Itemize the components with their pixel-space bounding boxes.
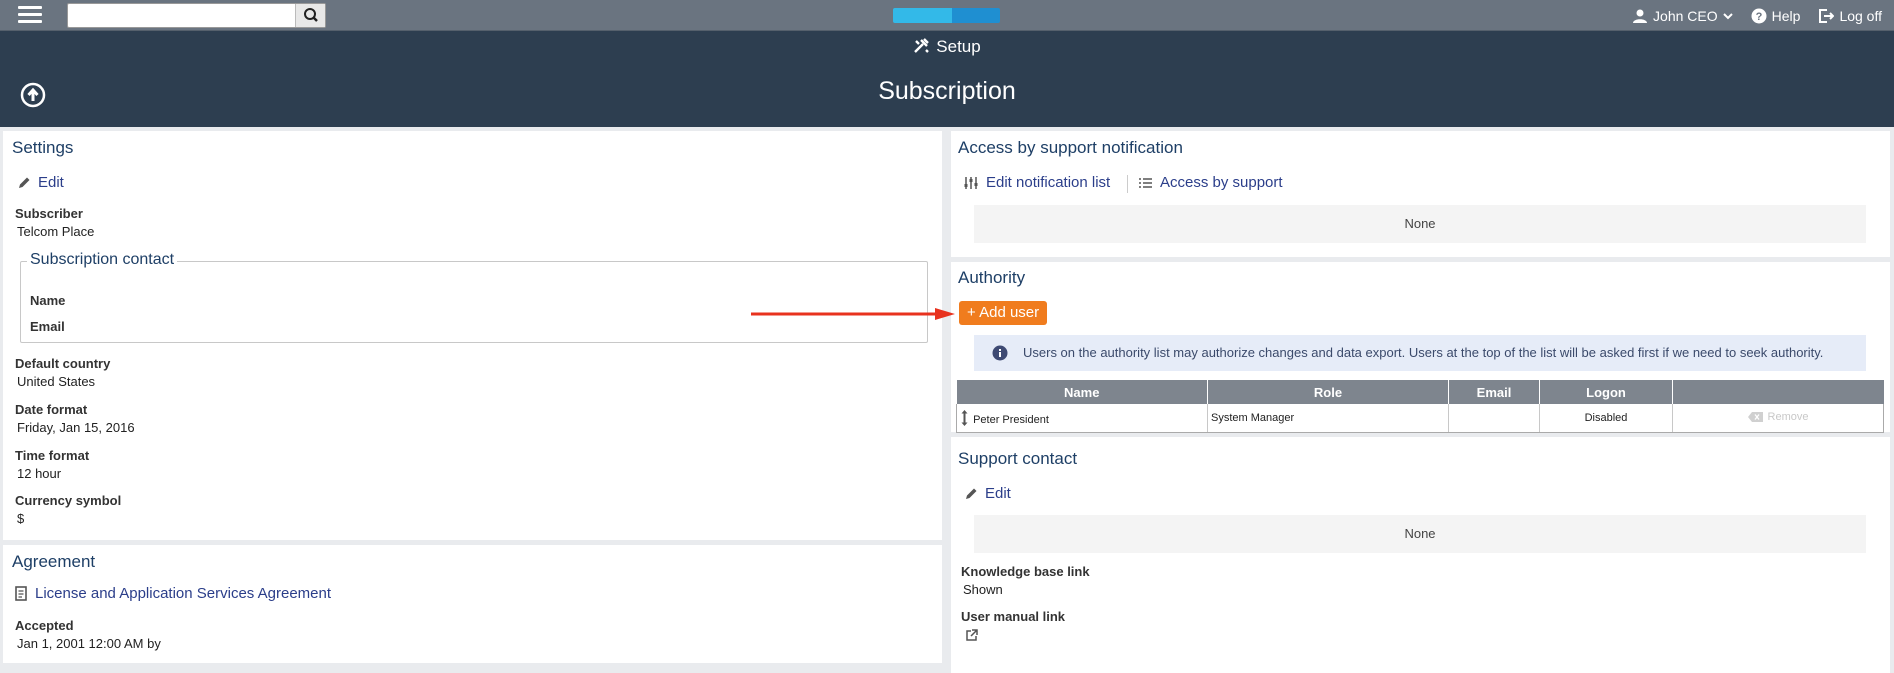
column-header-logon[interactable]: Logon	[1539, 380, 1673, 404]
kb-link-label: Knowledge base link	[961, 564, 1090, 579]
row-role-cell: System Manager	[1207, 404, 1449, 433]
remove-button[interactable]: Remove	[1747, 410, 1809, 423]
support-notification-panel: Access by support notification Edit noti…	[951, 131, 1890, 257]
subscription-contact-legend: Subscription contact	[27, 251, 178, 269]
pencil-icon	[966, 488, 977, 499]
user-menu[interactable]: John CEO	[1632, 8, 1733, 24]
logoff-label: Log off	[1839, 7, 1882, 24]
settings-panel: Settings Edit Subscriber Telcom Place Su…	[3, 131, 942, 540]
country-value: United States	[17, 374, 96, 389]
authority-info-text: Users on the authority list may authoriz…	[1023, 345, 1824, 360]
accepted-label: Accepted	[15, 618, 74, 633]
authority-table: Name Role Email Logon Peter President Sy…	[956, 380, 1884, 433]
help-label: Help	[1771, 7, 1801, 24]
tools-icon	[914, 38, 930, 53]
kb-link-value: Shown	[963, 582, 1003, 597]
country-label: Default country	[15, 356, 111, 371]
authority-title: Authority	[958, 268, 1026, 287]
agreement-link[interactable]: License and Application Services Agreeme…	[14, 585, 331, 602]
table-row[interactable]: Peter President System Manager Disabled …	[956, 404, 1884, 433]
authority-panel: Authority + Add user Users on the author…	[951, 262, 1890, 433]
authority-info-box: Users on the authority list may authoriz…	[974, 335, 1866, 371]
link-divider	[1127, 175, 1128, 193]
row-name: Peter President	[973, 413, 1049, 426]
support-contact-empty-state: None	[974, 515, 1866, 553]
column-header-email[interactable]: Email	[1448, 380, 1540, 404]
subscriber-label: Subscriber	[15, 206, 83, 221]
list-icon	[1139, 177, 1152, 188]
date-format-label: Date format	[15, 402, 88, 417]
column-header-actions	[1672, 380, 1884, 404]
help-icon: ?	[1751, 8, 1767, 23]
row-actions-cell: Remove	[1672, 404, 1884, 433]
support-contact-panel: Support contact Edit None Knowledge base…	[951, 437, 1890, 673]
top-right-menu: John CEO ? Help Log off	[1632, 0, 1882, 31]
subscriber-value: Telcom Place	[17, 224, 95, 239]
contact-email-label: Email	[30, 319, 65, 334]
table-header-row: Name Role Email Logon	[956, 380, 1884, 404]
support-contact-edit-link[interactable]: Edit	[964, 485, 1011, 502]
contact-name-label: Name	[30, 293, 66, 308]
column-header-role[interactable]: Role	[1207, 380, 1449, 404]
access-by-support-label: Access by support	[1160, 174, 1283, 191]
agreement-link-label: License and Application Services Agreeme…	[35, 585, 332, 602]
notification-empty-state: None	[974, 205, 1866, 243]
logoff-link[interactable]: Log off	[1818, 8, 1882, 24]
support-notification-title: Access by support notification	[958, 138, 1183, 157]
user-icon	[1633, 9, 1648, 23]
info-icon	[992, 345, 1008, 361]
edit-notification-list-link[interactable]: Edit notification list	[964, 174, 1110, 191]
row-name-cell: Peter President	[956, 404, 1208, 433]
settings-title: Settings	[12, 138, 74, 157]
row-logon-cell: Disabled	[1539, 404, 1673, 433]
external-link-icon[interactable]	[965, 629, 978, 642]
manual-link-label: User manual link	[961, 609, 1066, 624]
support-contact-title: Support contact	[958, 449, 1078, 468]
subscription-contact-box: Subscription contact Name Email	[20, 251, 928, 343]
remove-label: Remove	[1767, 410, 1809, 423]
add-user-button[interactable]: + Add user	[959, 301, 1048, 325]
drag-handle-icon[interactable]	[961, 409, 968, 426]
access-by-support-link[interactable]: Access by support	[1139, 174, 1283, 191]
search-button[interactable]	[295, 4, 325, 27]
date-format-value: Friday, Jan 15, 2016	[17, 420, 135, 435]
currency-value: $	[17, 511, 25, 526]
brand-logo[interactable]	[893, 8, 1000, 23]
search-icon	[304, 8, 318, 22]
accepted-value: Jan 1, 2001 12:00 AM by	[17, 636, 161, 651]
svg-text:?: ?	[1755, 11, 1762, 23]
agreement-panel: Agreement License and Application Servic…	[3, 545, 942, 663]
breadcrumb[interactable]: Setup	[0, 37, 1894, 57]
help-link[interactable]: ? Help	[1751, 7, 1801, 24]
settings-edit-link[interactable]: Edit	[17, 174, 64, 191]
logoff-icon	[1819, 8, 1835, 23]
edit-notification-list-label: Edit notification list	[986, 174, 1111, 191]
search-input[interactable]	[68, 4, 293, 27]
annotation-arrow	[751, 308, 955, 320]
agreement-title: Agreement	[12, 552, 96, 571]
edit-label: Edit	[38, 174, 64, 191]
time-format-value: 12 hour	[17, 466, 62, 481]
search-box	[67, 3, 326, 28]
page-title: Subscription	[878, 77, 1016, 105]
pencil-icon	[19, 177, 30, 188]
backspace-icon	[1747, 411, 1763, 422]
row-email-cell	[1448, 404, 1540, 433]
support-edit-label: Edit	[985, 485, 1011, 502]
top-bar: John CEO ? Help Log off	[0, 0, 1894, 31]
document-icon	[15, 586, 27, 601]
section-label: Setup	[936, 37, 981, 56]
hamburger-icon[interactable]	[18, 6, 42, 24]
currency-label: Currency symbol	[15, 493, 122, 508]
page-header: Setup Subscription	[0, 31, 1894, 127]
user-name: John CEO	[1653, 7, 1718, 24]
chevron-down-icon	[1722, 12, 1733, 19]
column-header-name[interactable]: Name	[956, 380, 1208, 404]
arrow-up-circle-icon[interactable]	[20, 82, 46, 108]
sliders-icon	[964, 176, 978, 189]
time-format-label: Time format	[15, 448, 90, 463]
